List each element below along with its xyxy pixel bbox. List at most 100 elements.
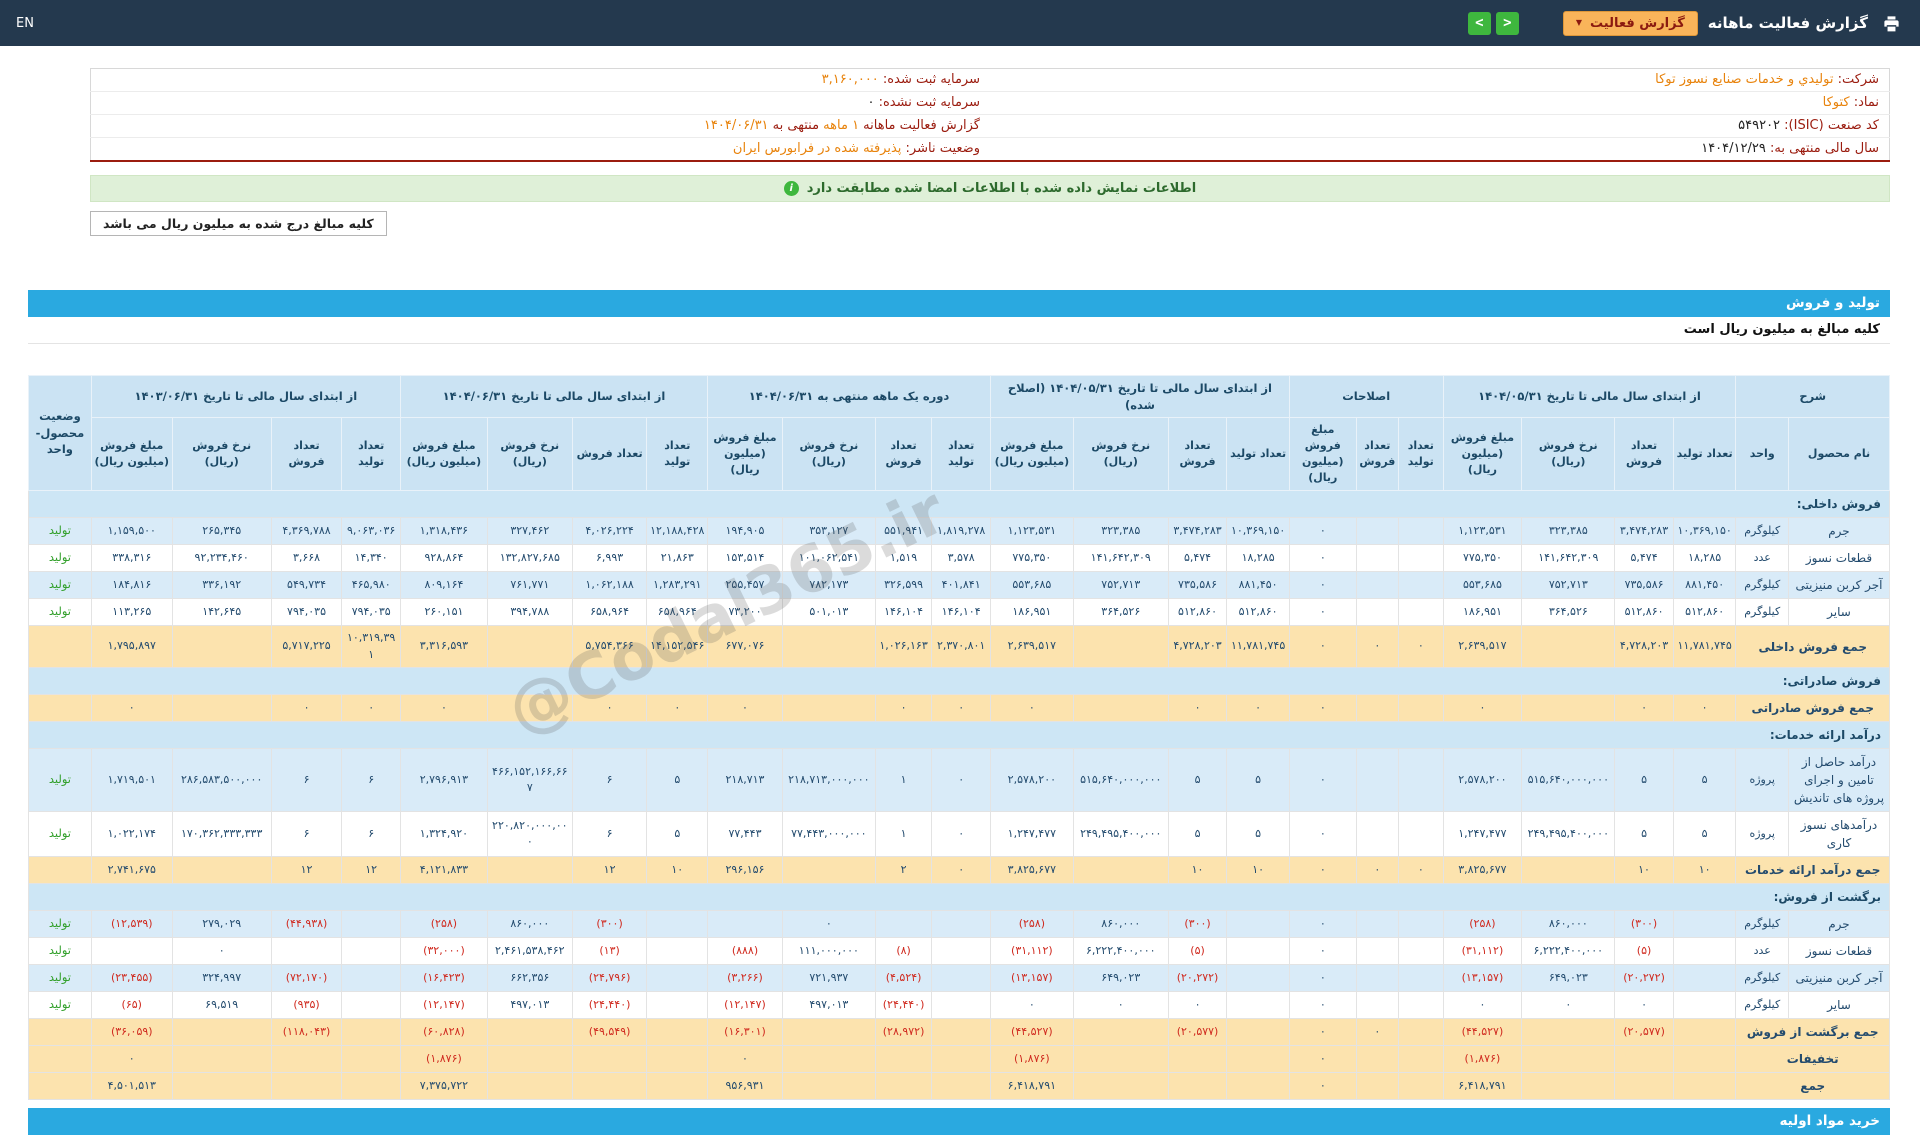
value-cell: ۱۰ bbox=[1227, 857, 1290, 884]
column-header: نرخ فروش (ریال) bbox=[782, 418, 875, 491]
status-column-header: وضعیت محصول- واحد bbox=[29, 376, 92, 491]
section-row: برگشت از فروش: bbox=[29, 884, 1890, 911]
value-cell bbox=[1356, 911, 1398, 938]
info-link[interactable]: ۱ ماهه bbox=[823, 118, 859, 133]
value-cell: ۱,۳۲۴,۹۲۰ bbox=[400, 812, 487, 857]
language-switch[interactable]: EN bbox=[16, 16, 34, 31]
value-cell: ۴,۵۰۱,۵۱۳ bbox=[91, 1073, 172, 1100]
section-label: فروش داخلی: bbox=[29, 491, 1890, 518]
info-link[interactable]: تولیدي و خدمات صنایع نسوز توکا bbox=[1655, 72, 1833, 87]
value-cell: (۳۰۰) bbox=[1168, 911, 1227, 938]
info-link[interactable]: کتوکا bbox=[1823, 95, 1850, 110]
value-cell: ۶ bbox=[342, 749, 401, 812]
value-cell: ۴۶۶,۱۵۲,۱۶۶,۶۶۷ bbox=[487, 749, 572, 812]
value-cell: ۱۵۳,۵۱۴ bbox=[708, 545, 783, 572]
info-link[interactable]: پذیرفته شده در فرابورس ایران bbox=[733, 141, 902, 156]
value-cell: ۵۵۳,۶۸۵ bbox=[990, 572, 1073, 599]
value-cell: ۳۲۴,۹۹۷ bbox=[172, 965, 271, 992]
value-cell: ۱,۷۹۵,۸۹۷ bbox=[91, 626, 172, 668]
value-cell: ۷۳,۲۰۰ bbox=[708, 599, 783, 626]
info-link[interactable]: ۳,۱۶۰,۰۰۰ bbox=[822, 72, 879, 87]
value-cell: ۸۶۰,۰۰۰ bbox=[487, 911, 572, 938]
value-cell: ۷۳۵,۵۸۶ bbox=[1615, 572, 1674, 599]
value-cell: ۰ bbox=[400, 695, 487, 722]
value-cell: ۱۳۲,۸۲۷,۶۸۵ bbox=[487, 545, 572, 572]
value-cell: (۱,۸۷۶) bbox=[400, 1046, 487, 1073]
value-cell: ۹۲,۲۳۴,۴۶۰ bbox=[172, 545, 271, 572]
value-cell: ۲,۵۷۸,۲۰۰ bbox=[990, 749, 1073, 812]
value-cell bbox=[1399, 599, 1443, 626]
value-cell: (۲۴,۴۴۰) bbox=[875, 992, 932, 1019]
amounts-note-row: کلیه مبالغ به میلیون ریال است bbox=[28, 317, 1890, 344]
value-cell: ۵۱۵,۶۴۰,۰۰۰,۰۰۰ bbox=[1522, 749, 1615, 812]
value-cell: ۱۱۱,۰۰۰,۰۰۰ bbox=[782, 938, 875, 965]
value-cell bbox=[1356, 695, 1398, 722]
status-cell bbox=[29, 857, 92, 884]
value-cell: ۵ bbox=[1615, 812, 1674, 857]
value-cell bbox=[875, 911, 932, 938]
value-cell: ۰ bbox=[990, 992, 1073, 1019]
value-cell: ۱۸,۲۸۵ bbox=[1673, 545, 1736, 572]
value-cell: ۷۹۴,۰۳۵ bbox=[271, 599, 342, 626]
value-cell: ۵۵۱,۹۴۱ bbox=[875, 518, 932, 545]
status-cell bbox=[29, 695, 92, 722]
value-cell bbox=[782, 626, 875, 668]
value-cell bbox=[1615, 1046, 1674, 1073]
group-header: از ابتدای سال مالی تا تاریخ ۱۴۰۴/۰۵/۳۱ (… bbox=[990, 376, 1289, 418]
product-name-cell: درآمد حاصل از تامین و اجرای پروژه های تا… bbox=[1788, 749, 1889, 812]
value-cell bbox=[487, 1046, 572, 1073]
value-cell bbox=[1356, 599, 1398, 626]
header-sub-row: نام محصولواحدتعداد تولیدتعداد فروشنرخ فر… bbox=[29, 418, 1890, 491]
info-link[interactable]: ۱۴۰۴/۰۶/۳۱ bbox=[704, 118, 769, 133]
sum-row: تخفیفات(۱,۸۷۶)۰(۱,۸۷۶)۰(۱,۸۷۶)۰ bbox=[29, 1046, 1890, 1073]
table-row: درآمدهای نسوز کاریپروژه۵۵۲۴۹,۴۹۵,۴۰۰,۰۰۰… bbox=[29, 812, 1890, 857]
product-name-cell: جمع برگشت از فروش bbox=[1736, 1019, 1890, 1046]
value-cell bbox=[932, 1073, 991, 1100]
previous-period-button[interactable]: < bbox=[1468, 12, 1491, 35]
value-cell: ۱,۱۵۹,۵۰۰ bbox=[91, 518, 172, 545]
info-icon: i bbox=[784, 181, 799, 196]
column-header: تعداد فروش bbox=[1356, 418, 1398, 491]
value-cell bbox=[1356, 1046, 1398, 1073]
info-cell-right: سال مالی منتهی به: ۱۴۰۴/۱۲/۲۹ bbox=[990, 138, 1890, 162]
value-cell: ۳۲۳,۳۸۵ bbox=[1073, 518, 1168, 545]
printer-icon bbox=[1882, 14, 1901, 33]
value-cell bbox=[647, 938, 708, 965]
value-cell bbox=[1073, 1073, 1168, 1100]
value-cell: ۰ bbox=[1289, 545, 1356, 572]
value-cell: ۷,۳۷۵,۷۲۲ bbox=[400, 1073, 487, 1100]
value-cell: ۰ bbox=[342, 695, 401, 722]
value-cell: ۱۱۳,۲۶۵ bbox=[91, 599, 172, 626]
value-cell bbox=[647, 1019, 708, 1046]
value-cell bbox=[1522, 857, 1615, 884]
info-text: شرکت: bbox=[1833, 72, 1879, 87]
status-cell bbox=[29, 1019, 92, 1046]
value-cell bbox=[1356, 1073, 1398, 1100]
value-cell: ۱۲ bbox=[271, 857, 342, 884]
main-thead: شرحاز ابتدای سال مالی تا تاریخ ۱۴۰۴/۰۵/۳… bbox=[29, 376, 1890, 491]
sum-row: جمع فروش صادراتی۰۰۰۰۰۰۰۰۰۰۰۰۰۰۰۰ bbox=[29, 695, 1890, 722]
value-cell bbox=[1168, 1046, 1227, 1073]
value-cell: (۱,۸۷۶) bbox=[1443, 1046, 1522, 1073]
status-cell: تولید bbox=[29, 992, 92, 1019]
value-cell: ۰ bbox=[782, 911, 875, 938]
report-type-dropdown[interactable]: گزارش فعالیت ▼ bbox=[1563, 11, 1698, 36]
value-cell bbox=[1227, 965, 1290, 992]
print-button[interactable] bbox=[1878, 10, 1904, 36]
period-nav-buttons: > < bbox=[1468, 12, 1519, 35]
value-cell: (۱۲,۱۴۷) bbox=[400, 992, 487, 1019]
value-cell bbox=[1356, 545, 1398, 572]
company-info-block: شرکت: تولیدي و خدمات صنایع نسوز توکاسرما… bbox=[90, 68, 1890, 236]
value-cell: (۵) bbox=[1168, 938, 1227, 965]
value-cell: ۲,۵۷۸,۲۰۰ bbox=[1443, 749, 1522, 812]
value-cell: ۰ bbox=[1289, 812, 1356, 857]
value-cell bbox=[342, 1019, 401, 1046]
value-cell bbox=[782, 1046, 875, 1073]
value-cell: ۲,۷۹۶,۹۱۳ bbox=[400, 749, 487, 812]
value-cell: (۱۱۸,۰۴۳) bbox=[271, 1019, 342, 1046]
value-cell: ۰ bbox=[990, 695, 1073, 722]
value-cell: ۰ bbox=[1168, 992, 1227, 1019]
report-type-dropdown-label: گزارش فعالیت bbox=[1590, 16, 1685, 31]
table-row: جرمکیلوگرم۱۰,۳۶۹,۱۵۰۳,۴۷۴,۲۸۳۳۲۳,۳۸۵۱,۱۲… bbox=[29, 518, 1890, 545]
next-period-button[interactable]: > bbox=[1496, 12, 1519, 35]
